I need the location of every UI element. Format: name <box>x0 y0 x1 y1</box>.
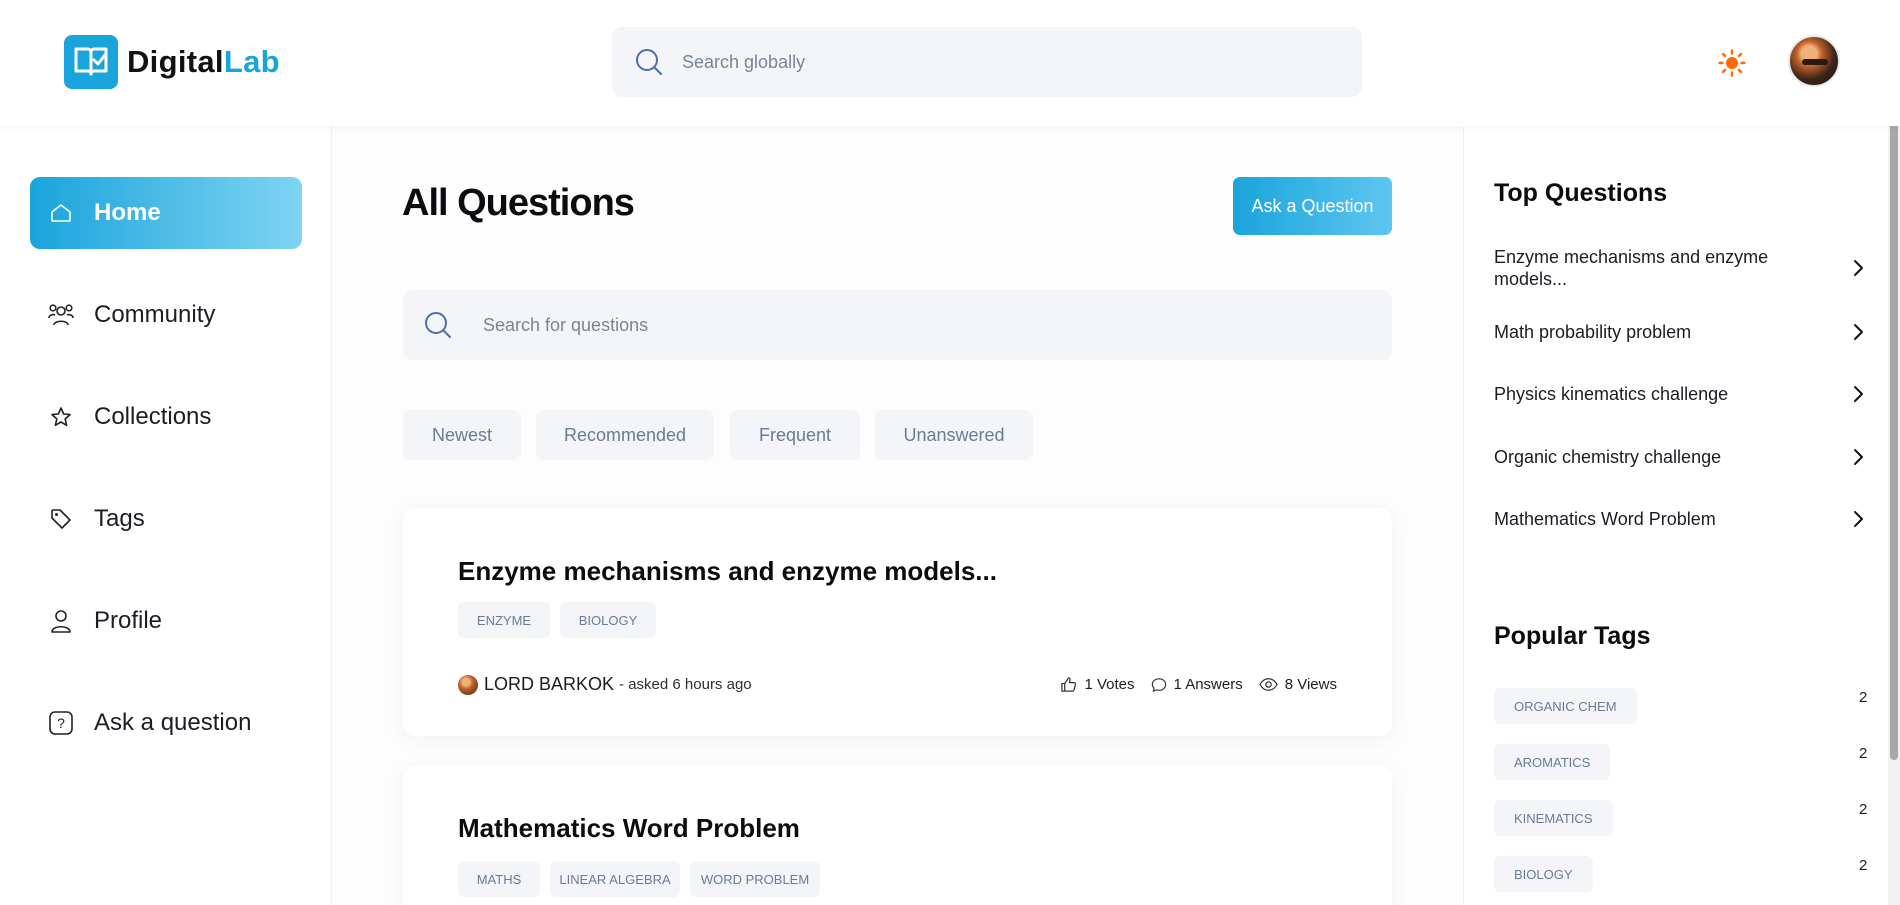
filter-frequent-button[interactable]: Frequent <box>730 410 860 460</box>
votes-count: 1 Votes <box>1084 676 1135 693</box>
page-scrollbar[interactable] <box>1888 0 1900 905</box>
chevron-right-icon <box>1854 511 1863 527</box>
user-icon <box>46 606 76 636</box>
top-question-item[interactable]: Mathematics Word Problem <box>1494 508 1864 530</box>
question-card: Enzyme mechanisms and enzyme models... E… <box>403 508 1392 736</box>
popular-tag[interactable]: KINEMATICS <box>1494 800 1613 836</box>
sidebar-item-label: Profile <box>94 607 163 634</box>
votes-stat: 1 Votes <box>1060 676 1135 693</box>
star-icon <box>46 402 76 432</box>
chevron-right-icon <box>1854 449 1863 465</box>
question-title[interactable]: Mathematics Word Problem <box>458 813 800 844</box>
global-search-bar[interactable] <box>612 27 1362 97</box>
top-question-title: Organic chemistry challenge <box>1494 447 1722 467</box>
sidebar-item-label: Collections <box>94 403 212 430</box>
question-tag[interactable]: LINEAR ALGEBRA <box>550 861 680 897</box>
sidebar-item-label: Tags <box>94 505 145 532</box>
answers-count: 1 Answers <box>1173 676 1243 693</box>
question-title[interactable]: Enzyme mechanisms and enzyme models... <box>458 556 997 587</box>
question-search-input[interactable] <box>483 314 1283 336</box>
logo-text-part1: Digital <box>127 44 224 79</box>
asked-time: - asked 6 hours ago <box>619 676 752 693</box>
sidebar-item-tags[interactable]: Tags <box>30 483 302 555</box>
question-icon: ? <box>46 708 76 738</box>
home-icon <box>46 198 76 228</box>
question-author[interactable]: LORD BARKOK - asked 6 hours ago <box>458 674 752 695</box>
comment-icon <box>1151 677 1166 692</box>
popular-tag-count: 2 <box>1859 689 1868 706</box>
views-stat: 8 Views <box>1258 676 1337 693</box>
top-question-title: Enzyme mechanisms and enzyme models... <box>1494 247 1769 289</box>
logo-text: DigitalLab <box>127 44 280 80</box>
views-count: 8 Views <box>1284 676 1337 693</box>
popular-tag-count: 2 <box>1859 801 1868 818</box>
top-question-item[interactable]: Enzyme mechanisms and enzyme models... <box>1494 246 1864 290</box>
top-question-title: Physics kinematics challenge <box>1494 384 1729 404</box>
user-avatar[interactable] <box>1788 35 1840 87</box>
app-logo[interactable]: DigitalLab <box>64 35 280 89</box>
top-question-item[interactable]: Organic chemistry challenge <box>1494 446 1864 468</box>
sidebar-item-community[interactable]: Community <box>30 279 302 351</box>
eye-icon <box>1258 678 1278 691</box>
top-questions-heading: Top Questions <box>1494 179 1668 207</box>
filter-recommended-button[interactable]: Recommended <box>536 410 714 460</box>
popular-tag[interactable]: BIOLOGY <box>1494 856 1593 892</box>
question-tag[interactable]: WORD PROBLEM <box>690 861 820 897</box>
sidebar-item-label: Community <box>94 301 216 328</box>
filter-unanswered-button[interactable]: Unanswered <box>875 410 1033 460</box>
ask-question-button[interactable]: Ask a Question <box>1233 177 1392 235</box>
answers-stat: 1 Answers <box>1151 676 1243 693</box>
chevron-right-icon <box>1854 324 1863 340</box>
question-tag[interactable]: BIOLOGY <box>560 602 656 638</box>
book-check-icon <box>64 35 118 89</box>
popular-tag[interactable]: ORGANIC CHEM <box>1494 688 1637 724</box>
question-stats: 1 Votes 1 Answers 8 Views <box>1044 676 1337 693</box>
theme-toggle-button[interactable] <box>1716 47 1748 79</box>
sidebar-item-label: Ask a question <box>94 709 252 736</box>
chevron-right-icon <box>1854 260 1863 276</box>
popular-tag-count: 2 <box>1859 857 1868 874</box>
question-tag[interactable]: ENZYME <box>458 602 550 638</box>
author-name: LORD BARKOK <box>484 674 615 694</box>
global-search-input[interactable] <box>682 51 1282 73</box>
sidebar-item-collections[interactable]: Collections <box>30 381 302 453</box>
top-question-title: Mathematics Word Problem <box>1494 509 1716 529</box>
top-question-item[interactable]: Math probability problem <box>1494 321 1864 343</box>
sidebar-item-profile[interactable]: Profile <box>30 585 302 657</box>
popular-tag-count: 2 <box>1859 745 1868 762</box>
thumbs-up-icon <box>1061 677 1077 692</box>
top-question-title: Math probability problem <box>1494 322 1692 342</box>
tag-icon <box>46 504 76 534</box>
svg-text:?: ? <box>57 715 65 731</box>
sidebar-item-label: Home <box>94 199 161 226</box>
question-tag[interactable]: MATHS <box>458 861 540 897</box>
top-question-item[interactable]: Physics kinematics challenge <box>1494 383 1864 405</box>
author-avatar <box>458 674 478 695</box>
logo-text-part2: Lab <box>223 44 280 79</box>
popular-tag[interactable]: AROMATICS <box>1494 744 1611 780</box>
top-header: DigitalLab <box>0 0 1900 126</box>
right-sidebar: Top Questions Enzyme mechanisms and enzy… <box>1463 126 1900 905</box>
left-sidebar: Home Community Collections Tags Profile … <box>0 126 332 905</box>
popular-tags-heading: Popular Tags <box>1494 622 1651 650</box>
filter-newest-button[interactable]: Newest <box>403 410 521 460</box>
sun-icon <box>1718 49 1746 77</box>
question-search-bar[interactable] <box>403 290 1392 360</box>
users-icon <box>46 300 76 330</box>
search-icon <box>632 45 666 79</box>
chevron-right-icon <box>1854 386 1863 402</box>
sidebar-item-home[interactable]: Home <box>30 177 302 249</box>
sidebar-item-ask-question[interactable]: ? Ask a question <box>30 687 302 759</box>
search-icon <box>421 308 455 342</box>
page-title: All Questions <box>402 182 635 224</box>
question-card: Mathematics Word Problem MATHS LINEAR AL… <box>403 766 1392 905</box>
